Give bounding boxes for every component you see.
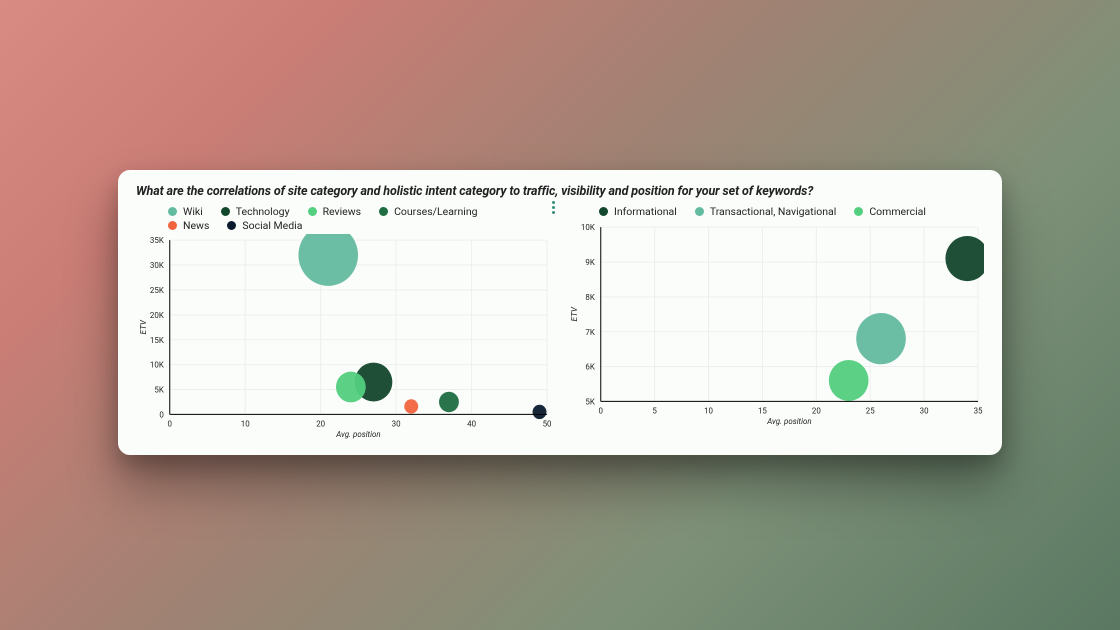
legend-label: Technology bbox=[236, 205, 290, 219]
legend-swatch bbox=[308, 207, 317, 216]
svg-text:0: 0 bbox=[159, 411, 164, 420]
svg-text:40: 40 bbox=[467, 420, 476, 429]
more-vert-icon[interactable] bbox=[548, 197, 559, 218]
bubble-news[interactable] bbox=[404, 400, 418, 414]
svg-text:5: 5 bbox=[652, 406, 657, 415]
svg-text:25: 25 bbox=[866, 406, 875, 415]
bubble-chart-left[interactable]: 0 10 20 30 40 50 0 5K 10K 15K 20K 25K 30K 35K Avg. pos… bbox=[136, 234, 553, 439]
legend-item[interactable]: Social Media bbox=[227, 219, 302, 233]
svg-text:7K: 7K bbox=[585, 327, 595, 336]
legend-swatch bbox=[227, 221, 236, 230]
bubble-chart-right[interactable]: 0 5 10 15 20 25 30 35 5K 6K 7K 8K 9K 10K Avg. position… bbox=[567, 221, 984, 426]
svg-text:10K: 10K bbox=[581, 223, 596, 232]
svg-text:50: 50 bbox=[543, 420, 552, 429]
legend-label: Reviews bbox=[323, 205, 362, 219]
legend-swatch bbox=[854, 207, 863, 216]
svg-text:30: 30 bbox=[392, 420, 401, 429]
svg-text:10K: 10K bbox=[150, 361, 165, 370]
bubble-wiki[interactable] bbox=[298, 234, 358, 286]
svg-text:5K: 5K bbox=[154, 386, 164, 395]
svg-text:10: 10 bbox=[241, 420, 250, 429]
legend-swatch bbox=[599, 207, 608, 216]
legend-item[interactable]: Wiki bbox=[168, 205, 203, 219]
charts-row: Wiki Technology Reviews Courses/Learning New… bbox=[136, 205, 984, 440]
plot-right: 0 5 10 15 20 25 30 35 5K 6K 7K 8K 9K 10K Avg. position… bbox=[567, 221, 984, 426]
svg-text:Avg. position: Avg. position bbox=[335, 430, 380, 439]
svg-text:30K: 30K bbox=[150, 261, 165, 270]
legend-item[interactable]: Informational bbox=[599, 205, 677, 219]
legend-swatch bbox=[168, 221, 177, 230]
chart-right: Informational Transactional, Navigational… bbox=[567, 205, 984, 440]
legend-label: Courses/Learning bbox=[394, 205, 477, 219]
bubble-social-media[interactable] bbox=[533, 405, 547, 419]
svg-text:Avg. position: Avg. position bbox=[766, 416, 811, 425]
svg-text:5K: 5K bbox=[585, 397, 595, 406]
legend-swatch bbox=[379, 207, 388, 216]
svg-text:25K: 25K bbox=[150, 286, 165, 295]
card-title: What are the correlations of site catego… bbox=[136, 184, 984, 199]
svg-text:8K: 8K bbox=[585, 292, 595, 301]
bubble-transactional-navigational[interactable] bbox=[856, 313, 906, 364]
legend-right: Informational Transactional, Navigational… bbox=[567, 205, 984, 219]
bubble-courses-learning[interactable] bbox=[439, 392, 459, 413]
legend-label: Transactional, Navigational bbox=[710, 205, 837, 219]
plot-left: 0 10 20 30 40 50 0 5K 10K 15K 20K 25K 30K 35K Avg. pos… bbox=[136, 234, 553, 439]
legend-label: Wiki bbox=[183, 205, 203, 219]
legend-label: Social Media bbox=[242, 219, 302, 233]
legend-left: Wiki Technology Reviews Courses/Learning New… bbox=[136, 205, 553, 232]
chart-card: What are the correlations of site catego… bbox=[118, 170, 1002, 455]
svg-text:20: 20 bbox=[812, 406, 821, 415]
legend-item[interactable]: Technology bbox=[221, 205, 290, 219]
svg-text:0: 0 bbox=[599, 406, 604, 415]
svg-text:0: 0 bbox=[168, 420, 173, 429]
svg-text:10: 10 bbox=[704, 406, 713, 415]
legend-label: Commercial bbox=[869, 205, 926, 219]
legend-swatch bbox=[168, 207, 177, 216]
bubble-reviews[interactable] bbox=[336, 372, 366, 403]
bubble-informational[interactable] bbox=[945, 236, 984, 281]
svg-text:20K: 20K bbox=[150, 311, 165, 320]
svg-text:9K: 9K bbox=[585, 258, 595, 267]
svg-text:6K: 6K bbox=[585, 362, 595, 371]
legend-label: News bbox=[183, 219, 209, 233]
bubble-commercial[interactable] bbox=[829, 360, 869, 401]
svg-text:ETV: ETV bbox=[570, 306, 579, 321]
legend-item[interactable]: Commercial bbox=[854, 205, 926, 219]
legend-item[interactable]: News bbox=[168, 219, 209, 233]
axes: 0 5 10 15 20 25 30 35 5K 6K 7K 8K 9K 10K Avg. position… bbox=[570, 223, 983, 426]
legend-swatch bbox=[695, 207, 704, 216]
svg-text:ETV: ETV bbox=[139, 319, 148, 334]
legend-label: Informational bbox=[614, 205, 677, 219]
legend-item[interactable]: Reviews bbox=[308, 205, 362, 219]
svg-text:20: 20 bbox=[316, 420, 325, 429]
chart-left: Wiki Technology Reviews Courses/Learning New… bbox=[136, 205, 553, 440]
legend-item[interactable]: Courses/Learning bbox=[379, 205, 477, 219]
legend-item[interactable]: Transactional, Navigational bbox=[695, 205, 837, 219]
grid bbox=[601, 227, 978, 401]
svg-text:15: 15 bbox=[758, 406, 767, 415]
svg-text:30: 30 bbox=[920, 406, 929, 415]
svg-text:35: 35 bbox=[974, 406, 983, 415]
svg-text:35K: 35K bbox=[150, 236, 165, 245]
svg-text:15K: 15K bbox=[150, 336, 165, 345]
legend-swatch bbox=[221, 207, 230, 216]
